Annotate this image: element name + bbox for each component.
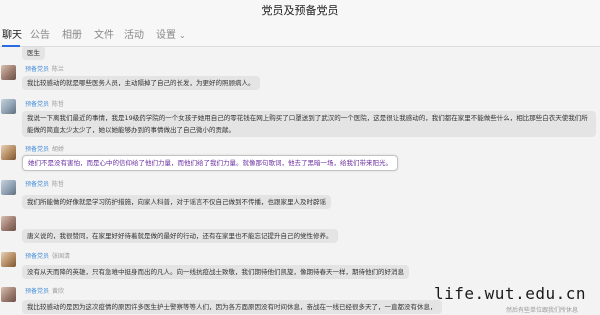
sender-label: 预备党员 陈哲 <box>25 99 64 108</box>
avatar[interactable] <box>1 180 16 195</box>
tab-settings[interactable]: 设置 ⌄ <box>156 28 186 44</box>
message-bubble: 医生 <box>22 47 45 60</box>
tab-chat[interactable]: 聊天 <box>2 28 22 47</box>
message-bubble: 我比较感动的就是哪些医务人员，主动隔掉了自己的长发，为更好的照顾病人。 <box>22 76 260 90</box>
avatar[interactable] <box>1 65 16 80</box>
sender-label: 预备党员 陈兰 <box>25 64 64 73</box>
sender-label: 预备党员 张国清 <box>25 251 70 260</box>
tab-album[interactable]: 相册 <box>62 28 82 44</box>
tab-activities[interactable]: 活动 <box>124 28 144 44</box>
tab-files[interactable]: 文件 <box>94 28 114 44</box>
tab-announcements[interactable]: 公告 <box>30 28 50 44</box>
sender-label: 预备党员 黄欣 <box>25 286 64 295</box>
avatar[interactable] <box>1 216 16 231</box>
sender-role: 预备党员 <box>25 288 50 295</box>
tab-settings-label: 设置 <box>156 30 176 41</box>
sender-role: 预备党员 <box>25 253 50 260</box>
sender-name: 张国清 <box>52 253 71 260</box>
sender-name: 胡娇 <box>52 146 65 153</box>
message-bubble: 唐义说的，我很赞同，在家里好好待着就是做的最好的行动，还有在家里也不能忘记提升自… <box>22 229 338 243</box>
avatar[interactable] <box>1 145 16 160</box>
sender-name: 陈哲 <box>52 101 65 108</box>
sender-label: 预备党员 陈哲 <box>25 179 64 188</box>
sender-name: 陈兰 <box>52 66 65 73</box>
message-bubble-highlighted: 她们不是没有害怕，而是心中的信仰给了他们力量，而他们给了我们力量。就像那句歌词，… <box>22 155 398 171</box>
message-bubble: 没有从天而降的英雄，只有急难中挺身而出的凡人。向一线抗疫战士致敬，我们期待他们凯… <box>22 265 409 279</box>
group-title: 党员及预备党员 <box>261 4 339 17</box>
sender-name: 陈哲 <box>52 181 65 188</box>
sender-label: 预备党员 胡娇 <box>25 144 64 153</box>
chat-feed[interactable]: 医生 预备党员 陈兰 我比较感动的就是哪些医务人员，主动隔掉了自己的长发，为更好的… <box>0 47 600 315</box>
window-title: 党员及预备党员 <box>0 0 600 27</box>
avatar[interactable] <box>1 252 16 267</box>
sender-role: 预备党员 <box>25 181 50 188</box>
watermark: life.wut.edu.cn <box>434 284 586 303</box>
watermark-caption: 然后有些单位跟我们所休息 <box>505 307 578 314</box>
message-bubble: 我比较感动的是因为这次疫情的原因许多医生护士警察等等人们，因为各方面原因没有时间… <box>22 300 442 314</box>
sender-name: 黄欣 <box>52 288 65 295</box>
tab-bar: 聊天 公告 相册 文件 活动 设置 ⌄ <box>0 26 600 47</box>
avatar[interactable] <box>1 287 16 302</box>
sender-role: 预备党员 <box>25 66 50 73</box>
sender-role: 预备党员 <box>25 146 50 153</box>
chevron-down-icon: ⌄ <box>179 31 186 40</box>
sender-role: 预备党员 <box>25 101 50 108</box>
avatar[interactable] <box>1 99 16 114</box>
message-bubble: 我说一下离我们最近的事情，我是19级药学院的一个女孩子她用自己的零花钱在网上购买… <box>22 111 596 137</box>
message-bubble: 我们所能做的好像就是学习防护措施，向家人科普，对于谣言不仅自己做到不传播，也跟家… <box>22 195 331 209</box>
